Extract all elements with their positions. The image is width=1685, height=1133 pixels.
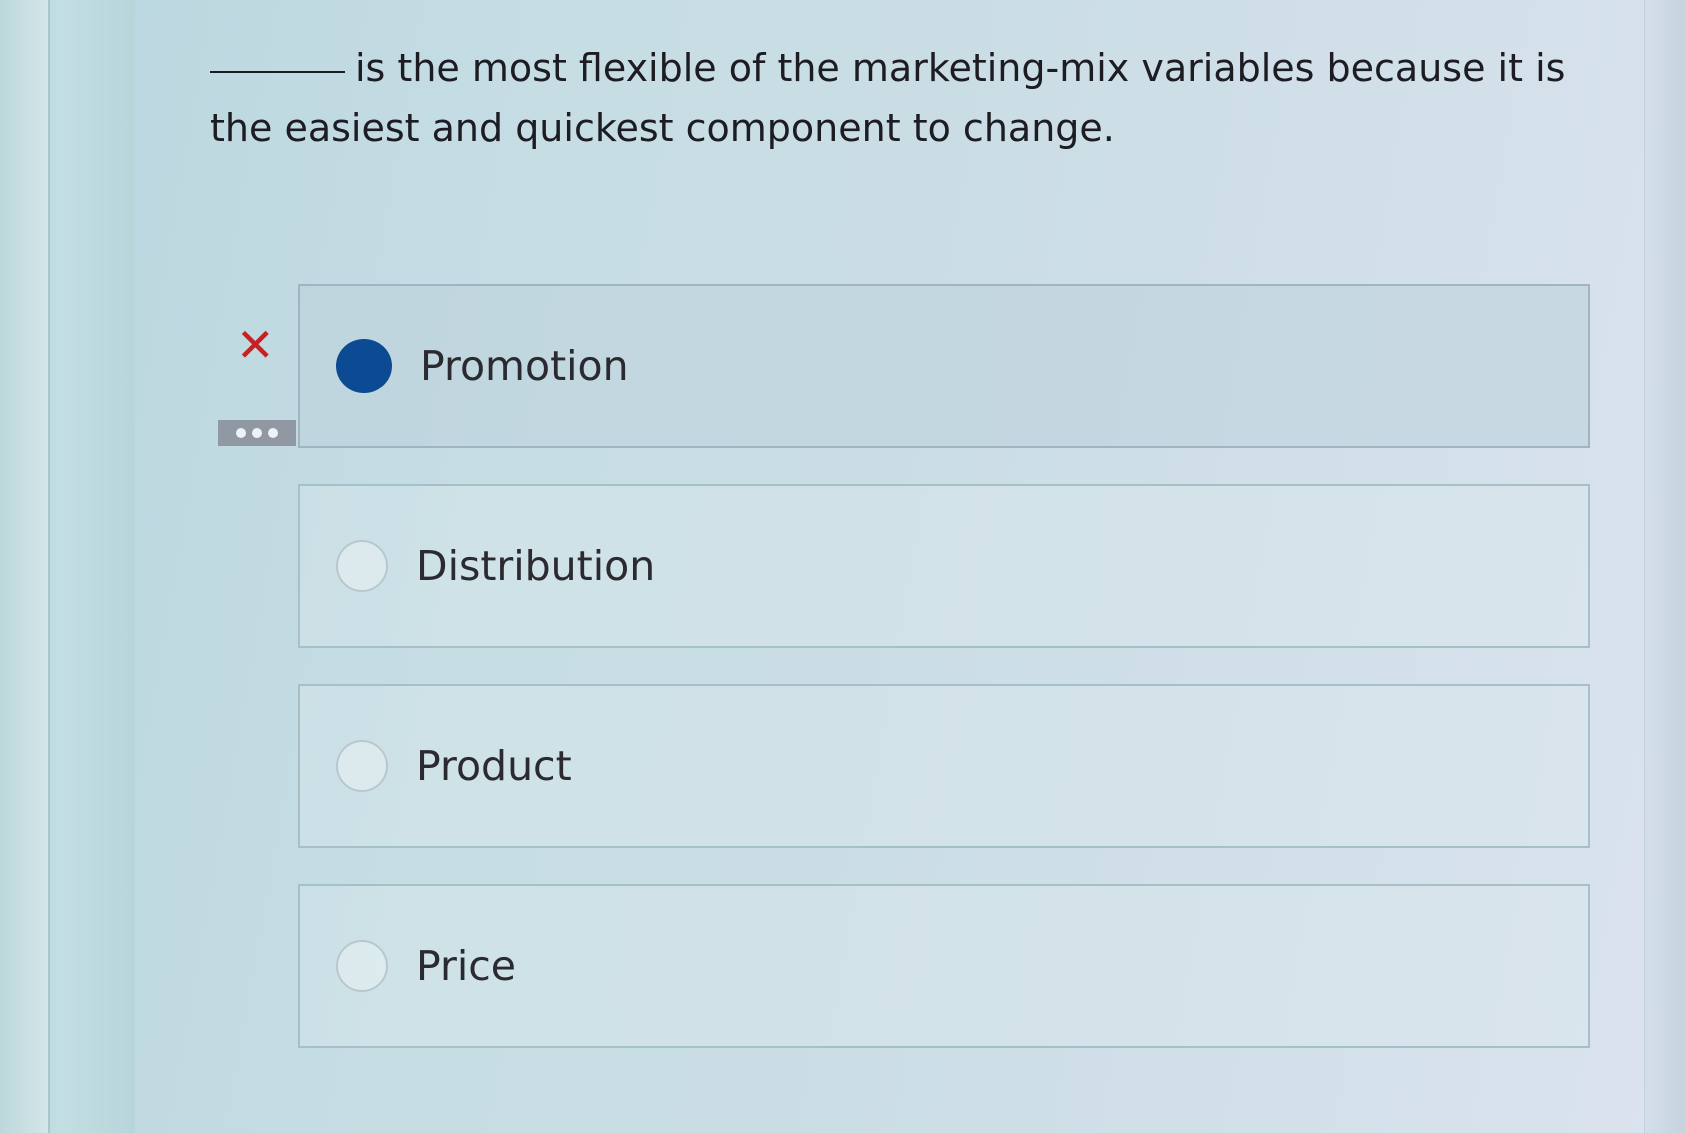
radio-empty-icon[interactable] — [336, 540, 388, 592]
radio-selected-icon[interactable] — [336, 339, 392, 393]
more-options-button[interactable] — [218, 420, 296, 446]
option-product[interactable]: Product — [298, 684, 1590, 848]
dot-icon — [236, 428, 246, 438]
option-label: Price — [416, 942, 517, 990]
option-promotion[interactable]: Promotion — [298, 284, 1590, 448]
option-distribution[interactable]: Distribution — [298, 484, 1590, 648]
dot-icon — [268, 428, 278, 438]
dot-icon — [252, 428, 262, 438]
option-label: Promotion — [420, 342, 629, 390]
answer-blank — [210, 71, 345, 73]
option-price[interactable]: Price — [298, 884, 1590, 1048]
answer-feedback: ✕ — [216, 292, 296, 452]
left-panel-edge — [0, 0, 50, 1133]
option-label: Product — [416, 742, 572, 790]
x-mark-icon: ✕ — [236, 318, 275, 372]
radio-empty-icon[interactable] — [336, 740, 388, 792]
option-label: Distribution — [416, 542, 656, 590]
question-text: is the most flexible of the marketing-mi… — [210, 38, 1570, 158]
question-body: is the most flexible of the marketing-mi… — [210, 46, 1566, 150]
right-panel-edge — [1644, 0, 1685, 1133]
radio-empty-icon[interactable] — [336, 940, 388, 992]
